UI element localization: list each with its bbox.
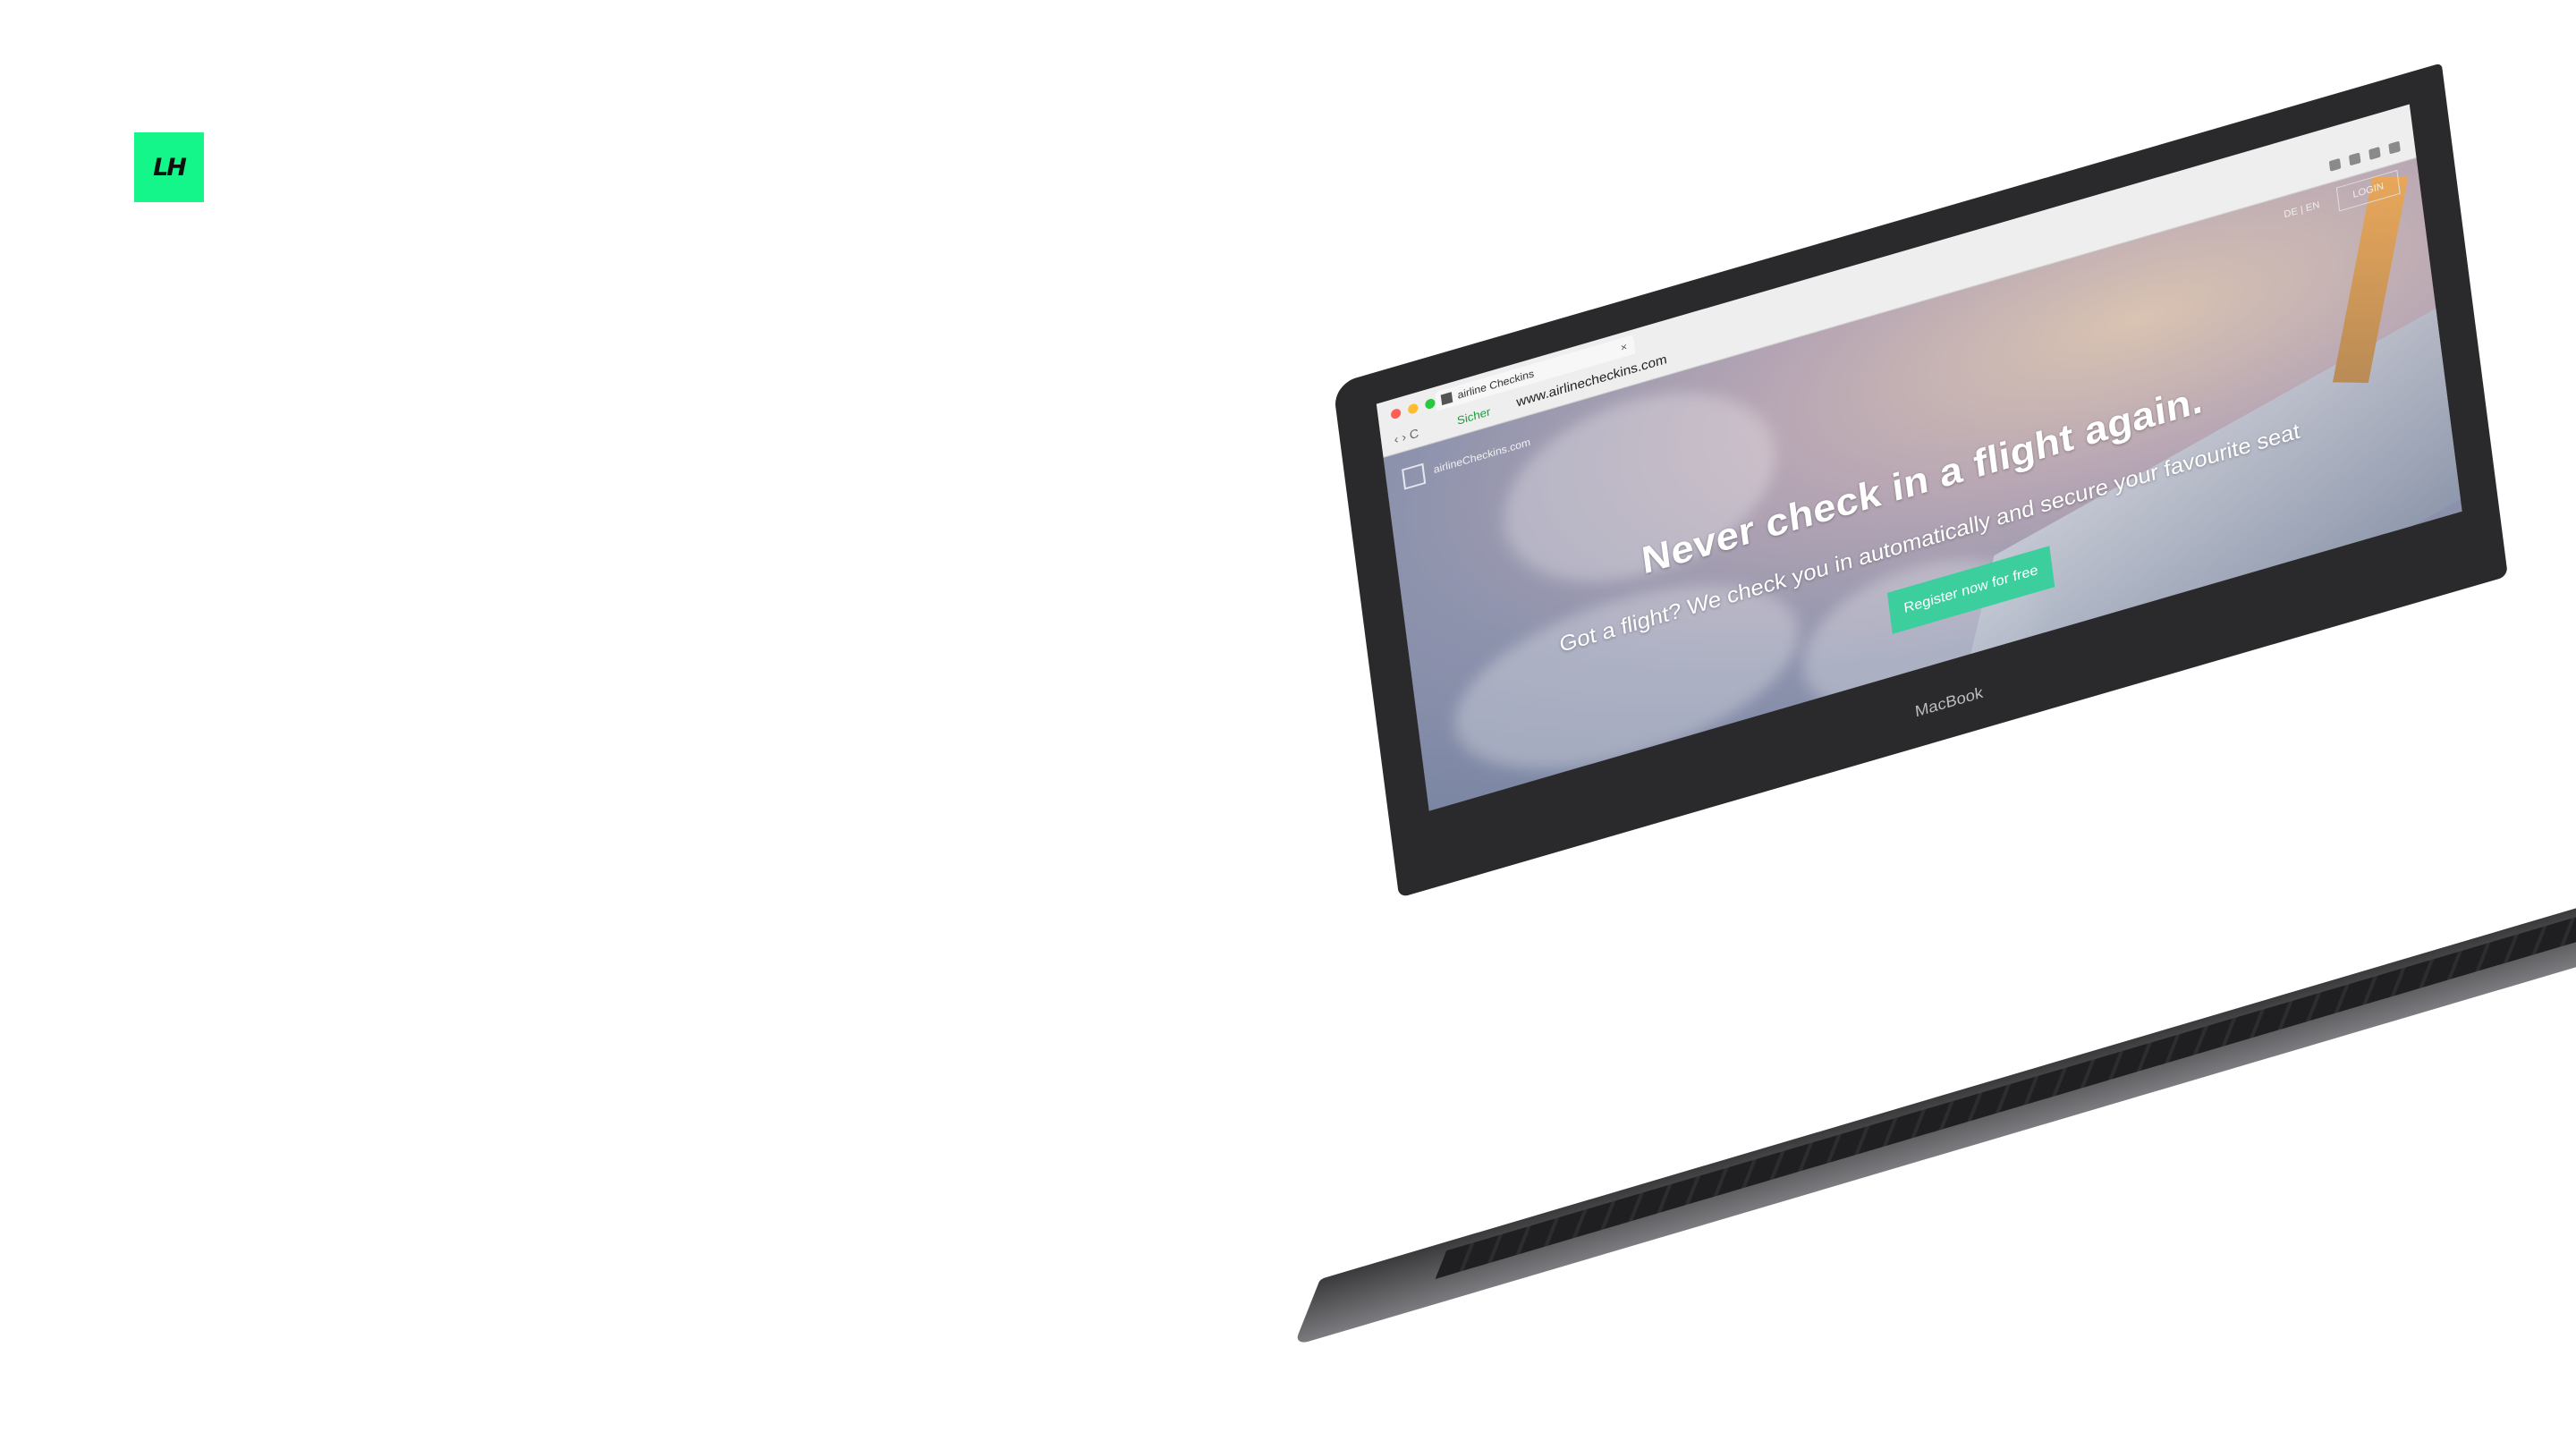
extension-icon[interactable] — [2328, 157, 2342, 172]
site-logo-icon[interactable] — [1402, 462, 1427, 490]
language-switch[interactable]: DE | EN — [2284, 199, 2320, 220]
favicon-icon — [1440, 392, 1453, 406]
laptop-mockup: airline Checkins × ‹ › C Sicher www.airl… — [0, 0, 2576, 1449]
minimize-window-button[interactable] — [1407, 402, 1419, 415]
device-brand-label: MacBook — [1913, 683, 1985, 721]
secure-indicator[interactable]: Sicher — [1456, 405, 1491, 428]
laptop-base — [1293, 849, 2576, 1346]
keyboard — [1435, 897, 2576, 1279]
extension-icon[interactable] — [2348, 152, 2361, 166]
close-tab-icon[interactable]: × — [1620, 337, 1629, 358]
extension-icon[interactable] — [2368, 146, 2381, 160]
maximize-window-button[interactable] — [1424, 397, 1436, 411]
site-name[interactable]: airlineCheckins.com — [1433, 436, 1531, 476]
close-window-button[interactable] — [1390, 407, 1402, 420]
browser-extensions — [2328, 140, 2401, 172]
navigation-buttons[interactable]: ‹ › C — [1394, 426, 1419, 446]
window-controls — [1390, 397, 1436, 420]
laptop-lid: airline Checkins × ‹ › C Sicher www.airl… — [1333, 63, 2508, 898]
menu-icon[interactable] — [2388, 140, 2401, 155]
